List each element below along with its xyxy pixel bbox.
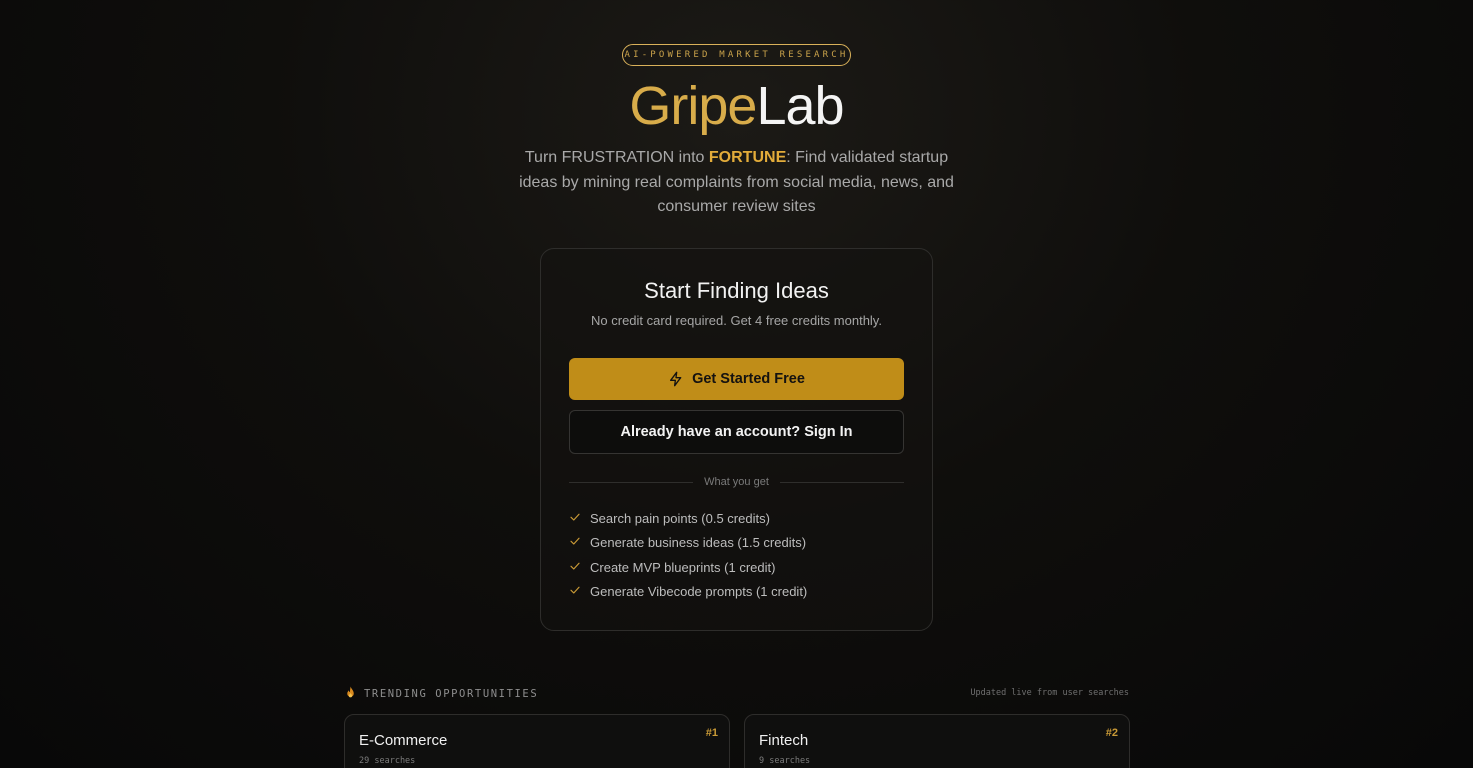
divider-label: What you get	[704, 476, 769, 488]
get-started-label: Get Started Free	[692, 371, 805, 387]
tagline-highlight: FORTUNE	[708, 149, 787, 166]
feature-text: Search pain points (0.5 credits)	[590, 510, 770, 526]
brand-name-part-gripe: Gripe	[629, 76, 757, 136]
get-started-button[interactable]: Get Started Free	[569, 358, 904, 400]
signup-card-title: Start Finding Ideas	[644, 278, 829, 303]
check-icon	[569, 535, 581, 550]
trending-header: TRENDING OPPORTUNITIES	[345, 686, 538, 702]
trend-name: E-Commerce	[359, 732, 448, 749]
brand-name-part-lab: Lab	[756, 76, 844, 136]
tagline-lead: Turn FRUSTRATION into	[524, 149, 709, 166]
feature-item: Generate business ideas (1.5 credits)	[569, 531, 904, 556]
ai-powered-badge: AI-POWERED MARKET RESEARCH	[622, 44, 851, 66]
feature-item: Create MVP blueprints (1 credit)	[569, 555, 904, 580]
feature-item: Search pain points (0.5 credits)	[569, 506, 904, 531]
flame-icon	[345, 686, 356, 702]
divider-right	[780, 482, 904, 483]
trend-search-count: 9 searches	[759, 756, 811, 766]
feature-text: Generate Vibecode prompts (1 credit)	[590, 584, 808, 600]
feature-list: Search pain points (0.5 credits) Generat…	[569, 506, 904, 604]
check-icon	[569, 511, 581, 526]
trend-rank: #1	[705, 727, 718, 739]
sign-in-button[interactable]: Already have an account? Sign In	[569, 410, 904, 454]
sign-in-label: Already have an account? Sign In	[620, 424, 853, 440]
trend-rank: #2	[1105, 727, 1118, 739]
trending-title: TRENDING OPPORTUNITIES	[364, 688, 539, 700]
trend-name: Fintech	[759, 732, 809, 749]
check-icon	[569, 560, 581, 575]
brand-logo: GripeLab	[0, 76, 1473, 136]
lightning-icon	[668, 371, 684, 387]
trend-card-ecommerce[interactable]: #1 E-Commerce 29 searches	[344, 714, 730, 768]
feature-text: Create MVP blueprints (1 credit)	[590, 559, 776, 575]
signup-card-subtitle: No credit card required. Get 4 free cred…	[591, 313, 882, 328]
check-icon	[569, 584, 581, 599]
trend-search-count: 29 searches	[359, 756, 416, 766]
feature-item: Generate Vibecode prompts (1 credit)	[569, 580, 904, 605]
trending-updated-note: Updated live from user searches	[970, 688, 1129, 698]
feature-text: Generate business ideas (1.5 credits)	[590, 535, 807, 551]
hero-tagline: Turn FRUSTRATION into FORTUNE: Find vali…	[512, 146, 961, 220]
trend-card-fintech[interactable]: #2 Fintech 9 searches	[744, 714, 1130, 768]
